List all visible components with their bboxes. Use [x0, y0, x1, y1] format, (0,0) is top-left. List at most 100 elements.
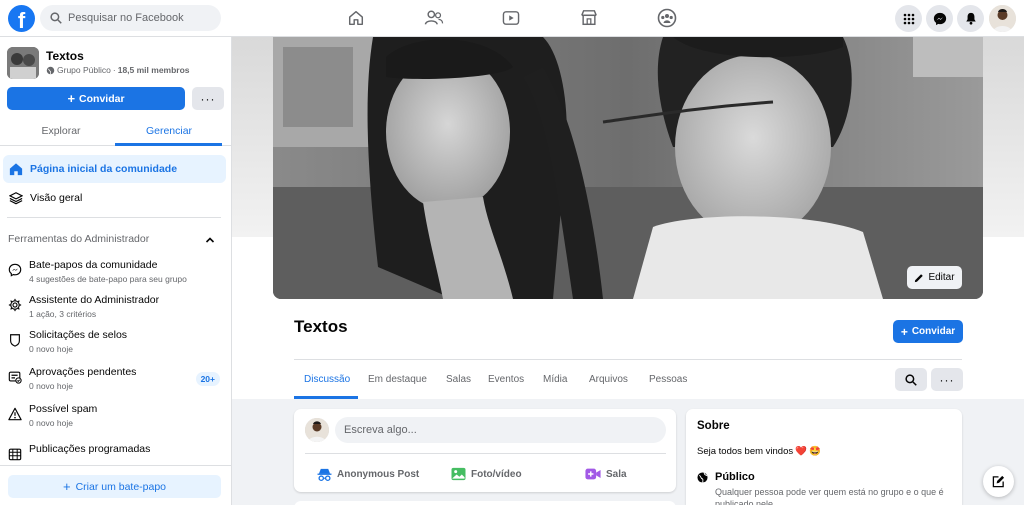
messenger-icon [7, 262, 23, 278]
composer-avatar[interactable] [305, 418, 329, 442]
watch-nav-icon[interactable] [500, 7, 522, 29]
group-member-count[interactable]: 18,5 mil membros [118, 65, 190, 75]
tool-subtitle: 0 novo hoje [29, 344, 73, 354]
about-description: Seja todos bem vindos ❤️ 🤩 [697, 446, 821, 457]
top-navigation-bar: f [0, 0, 1024, 37]
admin-tools-heading: Ferramentas do Administrador [8, 233, 150, 245]
invite-button[interactable]: + Convidar [7, 87, 185, 110]
photo-icon [451, 467, 466, 481]
more-options-button[interactable]: ··· [192, 87, 224, 110]
search-icon [905, 373, 917, 386]
shield-icon [7, 332, 23, 348]
feed-card-top [294, 501, 676, 505]
tool-subtitle: 1 ação, 3 critérios [29, 309, 97, 319]
globe-icon [697, 472, 708, 483]
action-label: Anonymous Post [337, 468, 420, 480]
edit-cover-button[interactable]: Editar [907, 266, 962, 289]
cover-image [273, 37, 983, 299]
cover-photo[interactable] [273, 37, 983, 299]
friends-nav-icon[interactable] [423, 7, 445, 29]
tool-possible-spam[interactable]: Possível spam 0 novo hoje [7, 401, 225, 435]
active-tab-indicator [294, 396, 358, 399]
sidebar-item-label: Página inicial da comunidade [30, 163, 178, 175]
sidebar-item-label: Visão geral [30, 192, 83, 204]
photo-video-button[interactable]: Foto/vídeo [451, 463, 522, 485]
create-chat-label: Criar um bate-papo [75, 480, 167, 493]
tab-salas[interactable]: Salas [446, 374, 471, 385]
tool-community-chats[interactable]: Bate-papos da comunidade 4 sugestões de … [7, 257, 225, 291]
group-search-button[interactable] [895, 368, 927, 391]
tool-title: Aprovações pendentes [29, 366, 137, 378]
about-privacy-title: Público [715, 471, 755, 483]
tool-badge-requests[interactable]: Solicitações de selos 0 novo hoje [7, 327, 225, 361]
tool-title: Bate-papos da comunidade [29, 259, 158, 271]
group-privacy: Grupo Público [57, 65, 111, 75]
room-button[interactable]: Sala [585, 463, 627, 485]
notifications-button[interactable] [957, 5, 984, 32]
bell-icon [965, 12, 976, 25]
messenger-icon [933, 12, 946, 25]
facebook-logo[interactable]: f [8, 5, 35, 32]
calendar-icon [7, 446, 23, 462]
tab-explorar[interactable]: Explorar [7, 125, 115, 137]
sidebar-item-overview[interactable]: Visão geral [3, 184, 226, 212]
home-icon [8, 161, 24, 177]
chevron-up-icon[interactable] [204, 233, 216, 245]
header-divider [294, 359, 962, 360]
heart-icon: ❤️ [795, 446, 807, 457]
group-header [232, 37, 1024, 399]
new-message-button[interactable] [983, 466, 1014, 497]
profile-avatar[interactable] [989, 5, 1016, 32]
action-label: Foto/vídeo [471, 468, 522, 480]
globe-icon [46, 66, 55, 75]
tool-title: Solicitações de selos [29, 329, 128, 341]
tab-discussao[interactable]: Discussão [304, 374, 350, 385]
tool-subtitle: 0 novo hoje [29, 418, 73, 428]
create-chat-button[interactable]: + Criar um bate-papo [8, 475, 221, 498]
tab-gerenciar[interactable]: Gerenciar [115, 125, 223, 137]
about-title: Sobre [697, 420, 730, 432]
plus-icon: + [62, 479, 71, 494]
group-name[interactable]: Textos [46, 49, 84, 63]
pending-count-badge: 20+ [195, 372, 220, 386]
messenger-button[interactable] [926, 5, 953, 32]
tool-pending-approvals[interactable]: Aprovações pendentes 0 novo hoje 20+ [7, 364, 225, 398]
tool-admin-assistant[interactable]: Assistente do Administrador 1 ação, 3 cr… [7, 292, 225, 326]
anonymous-post-button[interactable]: Anonymous Post [317, 463, 419, 485]
sidebar-tabs: Explorar Gerenciar [0, 119, 231, 146]
tab-eventos[interactable]: Eventos [488, 374, 524, 385]
tab-arquivos[interactable]: Arquivos [589, 374, 628, 385]
warning-icon [7, 406, 23, 422]
plus-icon: + [900, 324, 908, 339]
page-title: Textos [294, 317, 348, 336]
sidebar-item-community-home[interactable]: Página inicial da comunidade [3, 155, 226, 183]
tab-pessoas[interactable]: Pessoas [649, 374, 687, 385]
group-more-button[interactable]: ··· [931, 368, 963, 391]
tab-midia[interactable]: Mídia [543, 374, 567, 385]
search-input[interactable] [68, 12, 218, 24]
group-meta: Grupo Público · 18,5 mil membros [46, 65, 190, 75]
groups-nav-icon[interactable] [656, 7, 678, 29]
invite-button-main[interactable]: + Convidar [893, 320, 963, 343]
about-privacy-description: Qualquer pessoa pode ver quem está no gr… [715, 487, 944, 505]
sidebar-footer: + Criar um bate-papo [0, 465, 231, 505]
about-card: Sobre Seja todos bem vindos ❤️ 🤩 Público… [686, 409, 962, 505]
composer-input[interactable] [335, 417, 666, 443]
tool-subtitle: 0 novo hoje [29, 381, 73, 391]
tool-title: Publicações programadas [29, 443, 151, 455]
marketplace-nav-icon[interactable] [578, 7, 600, 29]
pencil-icon [915, 273, 924, 282]
group-thumbnail[interactable] [7, 47, 39, 79]
tool-title: Possível spam [29, 403, 98, 415]
invite-label: Convidar [79, 92, 125, 105]
tool-subtitle: 4 sugestões de bate-papo para seu grupo [29, 274, 187, 284]
search-box[interactable] [40, 5, 221, 31]
invite-label: Convidar [911, 326, 956, 337]
home-nav-icon[interactable] [345, 7, 367, 29]
gear-icon [7, 297, 23, 313]
menu-grid-button[interactable] [895, 5, 922, 32]
compose-icon [992, 475, 1005, 488]
post-composer: Anonymous Post Foto/vídeo Sala [294, 409, 676, 492]
approvals-icon [7, 369, 23, 385]
tab-em-destaque[interactable]: Em destaque [368, 374, 427, 385]
